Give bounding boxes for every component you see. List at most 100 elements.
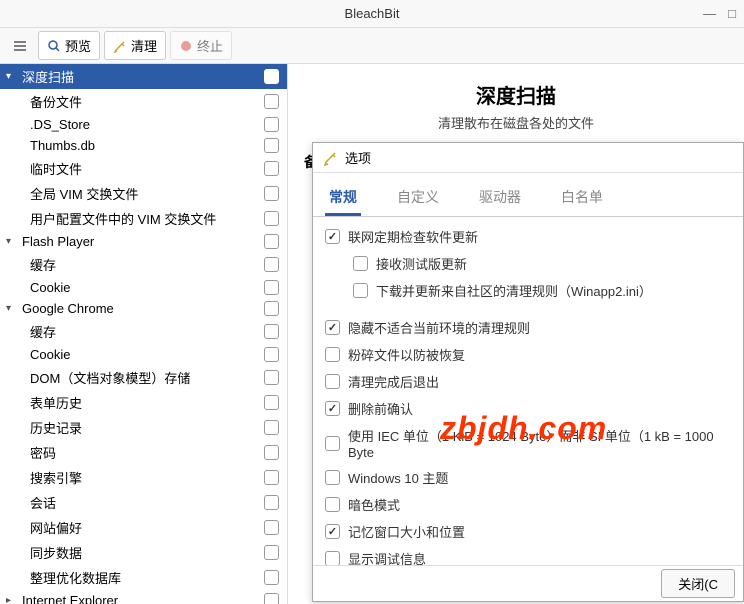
preview-label: 预览 bbox=[65, 36, 91, 55]
option-row[interactable]: 删除前确认 bbox=[325, 395, 731, 422]
tree-group-label: Flash Player bbox=[22, 234, 94, 249]
tree-item[interactable]: Cookie bbox=[0, 277, 287, 298]
option-row[interactable]: 下载并更新来自社区的清理规则（Winapp2.ini） bbox=[325, 277, 731, 304]
checkbox[interactable] bbox=[264, 395, 279, 410]
stop-button[interactable]: 终止 bbox=[170, 31, 232, 60]
checkbox[interactable] bbox=[325, 524, 340, 539]
checkbox[interactable] bbox=[264, 186, 279, 201]
checkbox[interactable] bbox=[325, 229, 340, 244]
option-row[interactable]: 记忆窗口大小和位置 bbox=[325, 518, 731, 545]
checkbox[interactable] bbox=[325, 374, 340, 389]
dialog-tab[interactable]: 常规 bbox=[325, 181, 361, 216]
checkbox[interactable] bbox=[264, 117, 279, 132]
tree-item[interactable]: 会话 bbox=[0, 490, 287, 515]
caret-icon: ▾ bbox=[6, 71, 18, 82]
tree-item[interactable]: 网站偏好 bbox=[0, 515, 287, 540]
checkbox[interactable] bbox=[325, 436, 340, 451]
tree-item-label: Cookie bbox=[30, 280, 70, 295]
tree-group[interactable]: ▾ 深度扫描 bbox=[0, 64, 287, 89]
tree-group[interactable]: ▾Google Chrome bbox=[0, 298, 287, 319]
dialog-close-button[interactable]: 关闭(C bbox=[661, 569, 735, 598]
checkbox[interactable] bbox=[353, 256, 368, 271]
checkbox[interactable] bbox=[264, 347, 279, 362]
option-label: 清理完成后退出 bbox=[348, 372, 439, 391]
tree-item[interactable]: DOM（文档对象模型）存储 bbox=[0, 365, 287, 390]
option-row[interactable]: 粉碎文件以防被恢复 bbox=[325, 341, 731, 368]
option-row[interactable]: 显示调试信息 bbox=[325, 545, 731, 565]
checkbox[interactable] bbox=[325, 320, 340, 335]
dialog-tabs: 常规自定义驱动器白名单 bbox=[313, 173, 743, 217]
checkbox[interactable] bbox=[264, 301, 279, 316]
option-row[interactable]: 联网定期检查软件更新 bbox=[325, 223, 731, 250]
option-label: Windows 10 主题 bbox=[348, 468, 448, 487]
checkbox[interactable] bbox=[325, 470, 340, 485]
checkbox[interactable] bbox=[264, 420, 279, 435]
tree-item[interactable]: 用户配置文件中的 VIM 交换文件 bbox=[0, 206, 287, 231]
tree-item[interactable]: Cookie bbox=[0, 344, 287, 365]
maximize-button[interactable]: □ bbox=[728, 6, 736, 21]
checkbox[interactable] bbox=[353, 283, 368, 298]
dialog-tab[interactable]: 自定义 bbox=[393, 181, 443, 216]
tree-group-label: 深度扫描 bbox=[22, 67, 74, 86]
tree-item-label: 缓存 bbox=[30, 322, 56, 341]
tree-item[interactable]: 缓存 bbox=[0, 319, 287, 344]
checkbox[interactable] bbox=[264, 161, 279, 176]
checkbox[interactable] bbox=[325, 347, 340, 362]
minimize-button[interactable]: — bbox=[703, 6, 716, 21]
dialog-tab[interactable]: 驱动器 bbox=[475, 181, 525, 216]
checkbox[interactable] bbox=[264, 370, 279, 385]
option-row[interactable]: 清理完成后退出 bbox=[325, 368, 731, 395]
option-row[interactable]: 暗色模式 bbox=[325, 491, 731, 518]
checkbox[interactable] bbox=[264, 470, 279, 485]
tree-group-label: Internet Explorer bbox=[22, 593, 118, 604]
option-row[interactable]: Windows 10 主题 bbox=[325, 464, 731, 491]
tree-item[interactable]: Thumbs.db bbox=[0, 135, 287, 156]
options-dialog: 选项 常规自定义驱动器白名单 联网定期检查软件更新接收测试版更新下载并更新来自社… bbox=[312, 142, 744, 602]
option-row[interactable]: 隐藏不适合当前环境的清理规则 bbox=[325, 314, 731, 341]
checkbox[interactable] bbox=[325, 401, 340, 416]
tree-item[interactable]: 整理优化数据库 bbox=[0, 565, 287, 590]
tree-group[interactable]: ▾Flash Player bbox=[0, 231, 287, 252]
checkbox[interactable] bbox=[264, 94, 279, 109]
checkbox[interactable] bbox=[325, 551, 340, 565]
tree-item[interactable]: 全局 VIM 交换文件 bbox=[0, 181, 287, 206]
option-label: 使用 IEC 单位（1 KiB = 1024 Byte）而非 SI 单位（1 k… bbox=[348, 426, 731, 460]
checkbox[interactable] bbox=[325, 497, 340, 512]
option-label: 联网定期检查软件更新 bbox=[348, 227, 478, 246]
tree-item[interactable]: 密码 bbox=[0, 440, 287, 465]
checkbox[interactable] bbox=[264, 234, 279, 249]
checkbox[interactable] bbox=[264, 445, 279, 460]
tree-item[interactable]: 搜索引擎 bbox=[0, 465, 287, 490]
checkbox[interactable] bbox=[264, 545, 279, 560]
checkbox[interactable] bbox=[264, 138, 279, 153]
tree-item[interactable]: 历史记录 bbox=[0, 415, 287, 440]
checkbox[interactable] bbox=[264, 69, 279, 84]
tree-item-label: .DS_Store bbox=[30, 117, 90, 132]
menu-icon[interactable] bbox=[6, 32, 34, 60]
tree-item-label: 历史记录 bbox=[30, 418, 82, 437]
tree-item[interactable]: 同步数据 bbox=[0, 540, 287, 565]
tree-item[interactable]: 临时文件 bbox=[0, 156, 287, 181]
tree-item[interactable]: 缓存 bbox=[0, 252, 287, 277]
checkbox[interactable] bbox=[264, 280, 279, 295]
checkbox[interactable] bbox=[264, 257, 279, 272]
checkbox[interactable] bbox=[264, 520, 279, 535]
titlebar: BleachBit — □ bbox=[0, 0, 744, 28]
option-row[interactable]: 接收测试版更新 bbox=[325, 250, 731, 277]
tree-item[interactable]: 表单历史 bbox=[0, 390, 287, 415]
dialog-tab[interactable]: 白名单 bbox=[557, 181, 607, 216]
checkbox[interactable] bbox=[264, 495, 279, 510]
checkbox[interactable] bbox=[264, 593, 279, 604]
tree-group[interactable]: ▸Internet Explorer bbox=[0, 590, 287, 604]
option-row[interactable]: 使用 IEC 单位（1 KiB = 1024 Byte）而非 SI 单位（1 k… bbox=[325, 422, 731, 464]
tree-item[interactable]: 备份文件 bbox=[0, 89, 287, 114]
broom-icon bbox=[323, 150, 339, 166]
checkbox[interactable] bbox=[264, 211, 279, 226]
checkbox[interactable] bbox=[264, 324, 279, 339]
tree-item[interactable]: .DS_Store bbox=[0, 114, 287, 135]
preview-button[interactable]: 预览 bbox=[38, 31, 100, 60]
tree-item-label: 用户配置文件中的 VIM 交换文件 bbox=[30, 209, 216, 228]
tree-item-label: 表单历史 bbox=[30, 393, 82, 412]
clean-button[interactable]: 清理 bbox=[104, 31, 166, 60]
checkbox[interactable] bbox=[264, 570, 279, 585]
